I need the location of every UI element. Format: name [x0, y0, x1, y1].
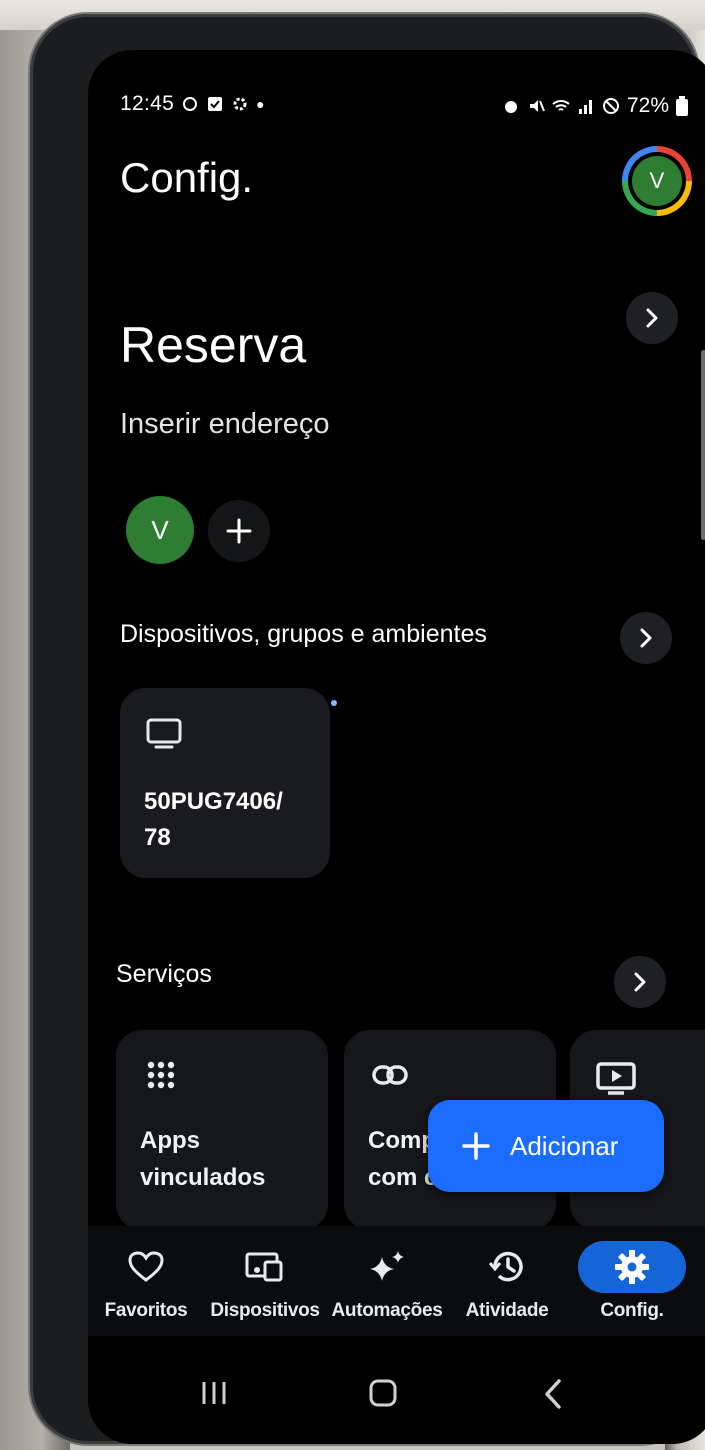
wifi-icon — [552, 100, 570, 111]
status-bar-right: 72% — [502, 94, 688, 118]
home-name[interactable]: Reserva — [120, 316, 306, 374]
back-icon[interactable] — [542, 1378, 564, 1410]
home-icon[interactable] — [368, 1378, 398, 1408]
alarm-icon — [504, 101, 517, 113]
battery-icon — [676, 96, 688, 116]
devices-section-button[interactable] — [620, 612, 672, 664]
bottom-navigation: Favoritos Dispositivos Automações Ativid… — [88, 1226, 705, 1336]
device-name: 50PUG7406/ 78 — [144, 788, 283, 851]
services-section-button[interactable] — [614, 956, 666, 1008]
history-icon — [489, 1251, 523, 1282]
plus-icon — [462, 1132, 490, 1160]
chevron-right-icon — [640, 628, 652, 648]
notification-icon — [183, 97, 198, 111]
mute-icon — [529, 100, 545, 112]
checkbox-icon — [208, 97, 223, 111]
scrollbar[interactable] — [701, 350, 705, 540]
service-card-linked-apps[interactable]: Apps vinculados — [116, 1030, 328, 1230]
nav-favorites[interactable]: Favoritos — [92, 1226, 200, 1336]
home-member-avatar[interactable]: V — [126, 496, 194, 564]
nav-settings[interactable]: Config. — [574, 1226, 690, 1336]
avatar-ring-gap: V — [628, 152, 686, 210]
account-avatar-button[interactable]: V — [622, 146, 692, 216]
service-label: Apps vinculados — [140, 1127, 266, 1191]
nav-label: Favoritos — [104, 1300, 188, 1321]
chevron-right-icon — [634, 972, 646, 992]
settings-small-icon — [233, 97, 247, 111]
signal-icon — [578, 100, 592, 114]
heart-icon — [128, 1251, 164, 1282]
services-section-title: Serviços — [116, 960, 212, 988]
nav-label: Automações — [331, 1300, 443, 1321]
home-details-button[interactable] — [626, 292, 678, 344]
nav-activity[interactable]: Atividade — [450, 1226, 564, 1336]
nav-automations[interactable]: Automações — [328, 1226, 446, 1336]
chevron-right-icon — [646, 308, 658, 328]
screen: 12:45 ● 72% Config. V Reserva Inserir en… — [88, 50, 705, 1444]
status-bar-left: 12:45 ● — [120, 92, 265, 116]
account-avatar: V — [632, 156, 682, 206]
insert-address-link[interactable]: Inserir endereço — [120, 408, 330, 441]
battery-percent: 72% — [626, 94, 669, 117]
devices-icon — [245, 1252, 283, 1282]
system-navigation-bar — [88, 1340, 705, 1444]
screen-cast-icon — [596, 1062, 636, 1095]
page-title: Config. — [120, 154, 254, 201]
status-time: 12:45 — [120, 92, 175, 115]
nav-label: Dispositivos — [210, 1300, 320, 1321]
phone-frame: 12:45 ● 72% Config. V Reserva Inserir en… — [30, 14, 705, 1444]
dot-icon: ● — [256, 96, 265, 112]
device-status-dot — [331, 700, 337, 706]
add-button-label: Adicionar — [510, 1130, 619, 1161]
plus-icon — [226, 518, 252, 544]
nav-selected-pill — [578, 1241, 686, 1293]
apps-grid-icon — [147, 1061, 175, 1089]
device-card[interactable]: 50PUG7406/ 78 — [120, 688, 330, 878]
recent-apps-icon[interactable] — [200, 1380, 228, 1406]
sparkle-icon — [370, 1251, 404, 1281]
gear-icon — [615, 1250, 649, 1284]
devices-section-title: Dispositivos, grupos e ambientes — [120, 620, 487, 648]
add-member-button[interactable] — [208, 500, 270, 562]
nav-label: Atividade — [465, 1300, 549, 1321]
block-icon — [602, 98, 619, 114]
tv-icon — [146, 718, 182, 749]
nav-label: Config. — [600, 1300, 664, 1321]
nav-devices[interactable]: Dispositivos — [206, 1226, 324, 1336]
link-icon — [372, 1065, 408, 1085]
add-button[interactable]: Adicionar — [428, 1100, 664, 1192]
